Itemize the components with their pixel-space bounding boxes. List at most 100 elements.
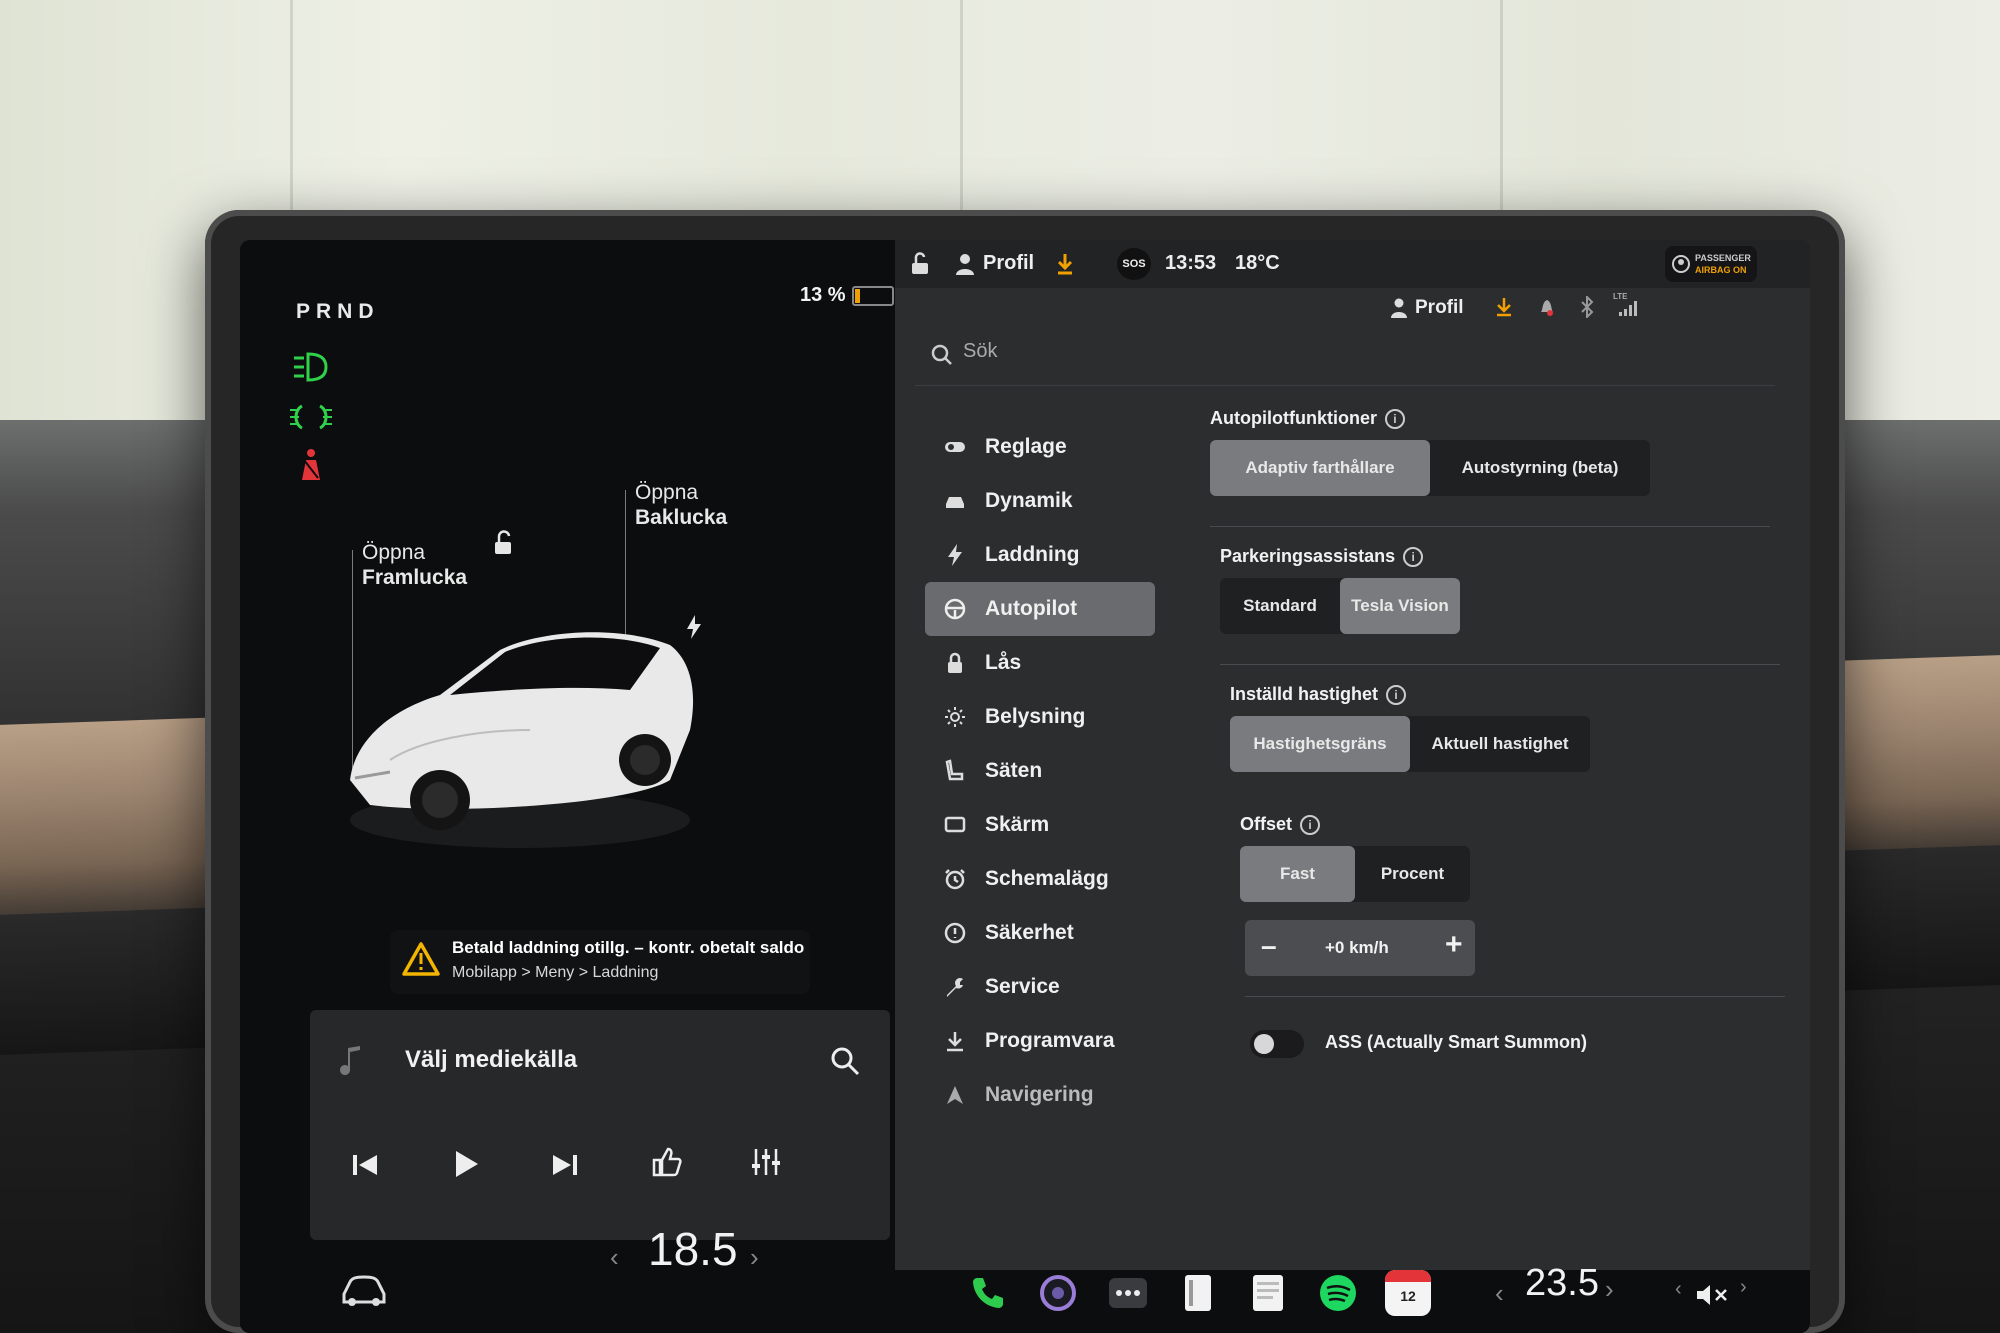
info-icon[interactable]: i (1403, 547, 1424, 568)
volume-muted-icon[interactable] (1695, 1282, 1729, 1308)
bluetooth-icon[interactable] (1580, 296, 1594, 318)
trunk-callout-label: Baklucka (635, 506, 728, 529)
driver-temp-decrease-icon[interactable]: ‹ (610, 1242, 619, 1273)
navigation-arrow-icon (947, 1086, 963, 1104)
parking-assist-selector[interactable]: Standard Tesla Vision (1220, 578, 1460, 634)
calendar-day: 12 (1400, 1288, 1416, 1304)
unlock-icon[interactable] (490, 530, 516, 556)
menu-item-laddning[interactable]: Laddning (925, 528, 1155, 582)
driver-temp-increase-icon[interactable]: › (750, 1242, 759, 1273)
car-3d-model[interactable] (330, 590, 710, 860)
seat-icon (945, 759, 964, 781)
volume-decrease-icon[interactable]: ‹ (1675, 1278, 1682, 1301)
signal-strength-icon (1619, 301, 1637, 316)
standard-option[interactable]: Standard (1220, 578, 1340, 634)
download-icon[interactable] (1495, 296, 1513, 318)
menu-label: Laddning (985, 543, 1080, 566)
adaptive-cruise-option[interactable]: Adaptiv farthållare (1210, 440, 1430, 496)
menu-item-programvara[interactable]: Programvara (925, 1014, 1155, 1068)
seatbelt-warning-icon (302, 449, 320, 480)
tesla-vision-option[interactable]: Tesla Vision (1340, 578, 1460, 634)
menu-item-service[interactable]: Service (925, 960, 1155, 1014)
sos-button[interactable]: SOS (1117, 248, 1151, 280)
airbag-label-bottom: AIRBAG ON (1695, 265, 1747, 275)
autosteer-option[interactable]: Autostyrning (beta) (1430, 440, 1650, 496)
phone-icon[interactable] (965, 1270, 1011, 1316)
menu-item-autopilot[interactable]: Autopilot (925, 582, 1155, 636)
frunk-callout-verb: Öppna (362, 541, 426, 564)
menu-item-reglage[interactable]: Reglage (925, 420, 1155, 474)
section-divider (1245, 996, 1785, 997)
settings-panel: Profil SOS 13:53 18°C PASSENGER AIRBAG O… (895, 240, 1810, 1333)
bottom-bar-left: ‹ 18.5 › (240, 1223, 895, 1333)
autopilot-features-selector[interactable]: Adaptiv farthållare Autostyrning (beta) (1210, 440, 1650, 496)
driver-temperature[interactable]: 18.5 (648, 1222, 738, 1276)
menu-item-skarm[interactable]: Skärm (925, 798, 1155, 852)
profile-label[interactable]: Profil (983, 252, 1034, 275)
offset-mode-selector[interactable]: Fast Procent (1240, 846, 1470, 902)
info-icon[interactable]: i (1300, 815, 1321, 836)
airbag-label-top: PASSENGER (1695, 253, 1751, 263)
previous-track-icon[interactable] (350, 1150, 380, 1180)
info-circle-icon (944, 922, 966, 944)
menu-item-sakerhet[interactable]: Säkerhet (925, 906, 1155, 960)
menu-label: Dynamik (985, 489, 1073, 512)
menu-label: Skärm (985, 813, 1050, 836)
menu-item-schemalagg[interactable]: Schemalägg (925, 852, 1155, 906)
decrease-offset-button[interactable]: – (1261, 930, 1277, 962)
menu-item-las[interactable]: Lås (925, 636, 1155, 690)
percent-option[interactable]: Procent (1355, 846, 1470, 902)
media-source-label[interactable]: Välj mediekälla (405, 1046, 577, 1074)
menu-item-saten[interactable]: Säten (925, 744, 1155, 798)
unlocked-status-icon[interactable] (909, 252, 931, 276)
warning-path: Mobilapp > Meny > Laddning (452, 964, 659, 981)
warning-title: Betald laddning otillg. – kontr. obetalt… (452, 938, 805, 957)
volume-increase-icon[interactable]: › (1740, 1276, 1747, 1299)
menu-item-dynamik[interactable]: Dynamik (925, 474, 1155, 528)
spotify-icon[interactable] (1315, 1270, 1361, 1316)
profile-icon (956, 254, 974, 275)
alarm-clock-icon (945, 869, 965, 890)
menu-item-navigering[interactable]: Navigering (925, 1068, 1155, 1122)
media-search-icon[interactable] (830, 1046, 860, 1076)
play-icon[interactable] (450, 1148, 480, 1180)
parking-assist-label: Parkeringsassistans (1220, 546, 1396, 566)
calendar-icon[interactable]: 12 (1385, 1270, 1431, 1316)
thumbs-up-icon[interactable] (650, 1146, 682, 1178)
info-icon[interactable]: i (1384, 409, 1405, 430)
menu-item-belysning[interactable]: Belysning (925, 690, 1155, 744)
info-icon[interactable]: i (1386, 685, 1407, 706)
profile-icon (1391, 298, 1407, 318)
current-speed-option[interactable]: Aktuell hastighet (1410, 716, 1590, 772)
menu-label: Schemalägg (985, 867, 1109, 890)
release-notes-icon[interactable] (1245, 1270, 1291, 1316)
fixed-option[interactable]: Fast (1240, 846, 1355, 902)
open-trunk-callout[interactable]: Öppna Baklucka (635, 480, 727, 530)
owners-manual-icon[interactable] (1175, 1270, 1221, 1316)
profile-button[interactable]: Profil (1415, 297, 1464, 319)
camera-icon[interactable] (1035, 1270, 1081, 1316)
lock-icon (948, 652, 962, 673)
open-frunk-callout[interactable]: Öppna Framlucka (362, 540, 467, 590)
search-input[interactable]: Sök (963, 340, 997, 363)
passenger-temp-decrease-icon[interactable]: ‹ (1495, 1278, 1504, 1309)
more-apps-icon[interactable] (1105, 1270, 1151, 1316)
passenger-temp-increase-icon[interactable]: › (1605, 1274, 1614, 1305)
passenger-temperature[interactable]: 23.5 (1525, 1262, 1599, 1305)
outside-temperature: 18°C (1235, 252, 1280, 274)
toggle-icon (945, 442, 965, 452)
offset-value: +0 km/h (1325, 938, 1389, 957)
charging-warning-banner[interactable]: Betald laddning otillg. – kontr. obetalt… (390, 930, 810, 994)
menu-label: Autopilot (985, 597, 1078, 620)
speed-limit-option[interactable]: Hastighetsgräns (1230, 716, 1410, 772)
car-controls-icon[interactable] (340, 1272, 388, 1308)
car-icon (946, 497, 964, 508)
download-update-icon[interactable] (1055, 252, 1075, 276)
notification-bell-icon[interactable] (1538, 296, 1556, 318)
equalizer-icon[interactable] (750, 1146, 782, 1178)
increase-offset-button[interactable]: + (1445, 928, 1463, 962)
ass-toggle[interactable] (1250, 1030, 1304, 1058)
next-track-icon[interactable] (550, 1150, 580, 1180)
frunk-callout-label: Framlucka (362, 566, 468, 589)
set-speed-selector[interactable]: Hastighetsgräns Aktuell hastighet (1230, 716, 1590, 772)
